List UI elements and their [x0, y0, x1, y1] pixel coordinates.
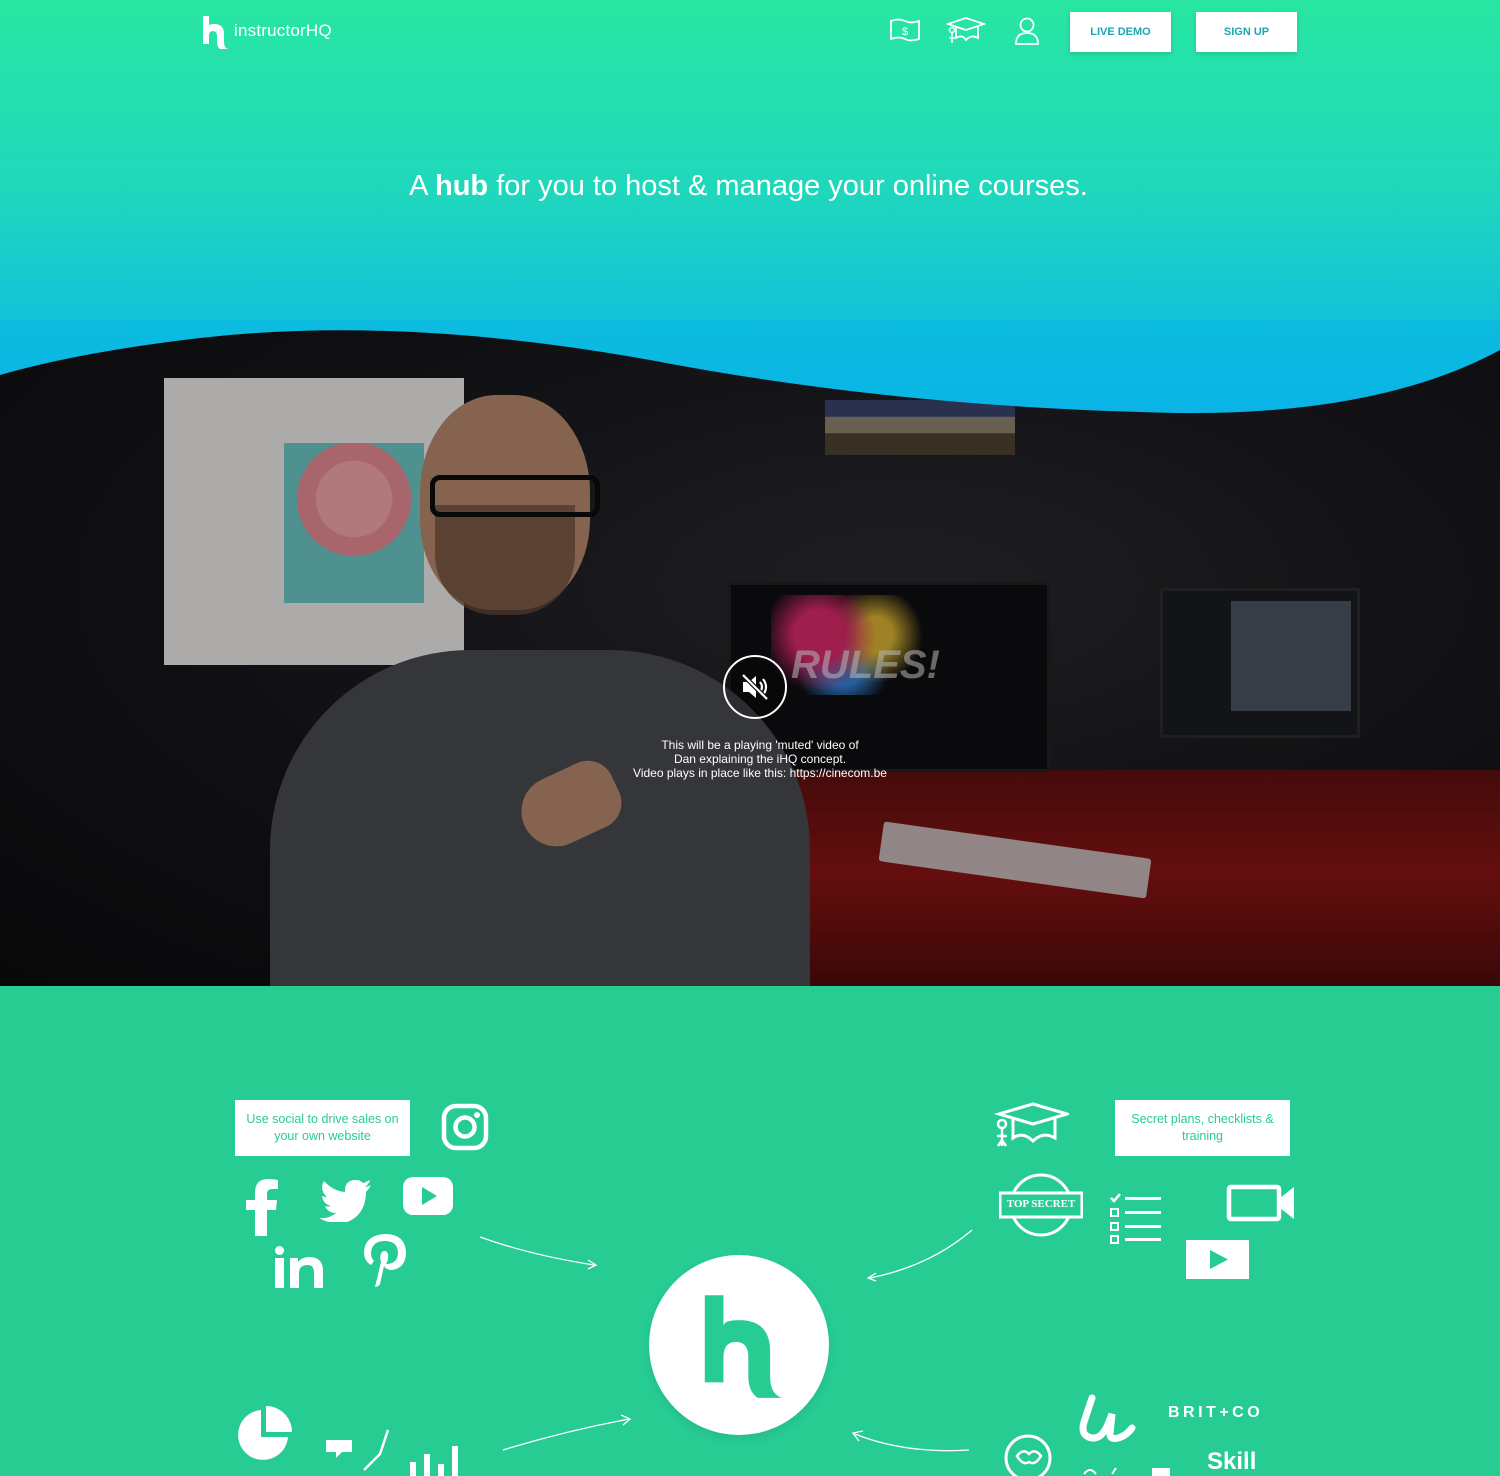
- caption-line-2: Dan explaining the iHQ concept.: [673, 752, 847, 766]
- video-caption: This will be a playing 'muted' video of …: [560, 738, 960, 780]
- hub-logo: [649, 1255, 829, 1435]
- linkedin-icon: [275, 1246, 323, 1288]
- hero-wave: [0, 320, 1500, 414]
- partner-logo-icon: [1083, 1467, 1170, 1476]
- sign-up-button[interactable]: SIGN UP: [1196, 12, 1297, 52]
- arrow-training-to-hub: [866, 1229, 973, 1282]
- top-secret-text: TOP SECRET: [1006, 1198, 1076, 1210]
- pinterest-icon: [364, 1234, 406, 1287]
- muted-speaker-icon: [741, 673, 769, 701]
- checklist-icon: [1110, 1193, 1161, 1244]
- caption-prefix: Video plays in place like this:: [633, 766, 790, 780]
- handshake-icon: [1004, 1434, 1052, 1476]
- social-label: Use social to drive sales on your own we…: [235, 1100, 410, 1156]
- youtube-icon: [403, 1177, 453, 1215]
- skillshare-logo: Skill: [1207, 1448, 1257, 1475]
- analytics-icon: [326, 1429, 458, 1476]
- mute-toggle-button[interactable]: [723, 655, 787, 719]
- instagram-icon: [441, 1103, 489, 1151]
- instructorhq-logo-icon: [203, 16, 228, 49]
- twitter-icon: [319, 1180, 371, 1222]
- udemy-logo-icon: [1079, 1394, 1136, 1442]
- intro-video[interactable]: RULES! This will be a playing 'muted' vi…: [0, 320, 1500, 986]
- headline-suffix: for you to host & manage your online cou…: [488, 170, 1088, 202]
- training-label: Secret plans, checklists & training: [1115, 1100, 1290, 1156]
- account-icon[interactable]: [1014, 16, 1040, 46]
- arrow-analytics-to-hub: [502, 1414, 632, 1451]
- instructorhq-hub-icon: [704, 1295, 783, 1398]
- brand-logo[interactable]: instructorHQ: [200, 14, 332, 50]
- caption-line-3: Video plays in place like this: https://…: [560, 766, 960, 780]
- video-camera-icon: [1226, 1184, 1294, 1222]
- caption-line-1: This will be a playing 'muted' video of: [661, 738, 859, 752]
- arrow-social-to-hub: [479, 1236, 598, 1270]
- graduation-cap-icon: [993, 1102, 1069, 1147]
- brit-co-logo: BRIT+CO: [1168, 1404, 1264, 1421]
- top-secret-stamp: TOP SECRET: [999, 1172, 1083, 1238]
- live-demo-button[interactable]: LIVE DEMO: [1070, 12, 1171, 52]
- hero-headline: A hub for you to host & manage your onli…: [0, 170, 1497, 203]
- caption-link[interactable]: https://cinecom.be: [790, 766, 887, 780]
- pie-chart-icon: [238, 1406, 292, 1460]
- pricing-icon[interactable]: $: [889, 16, 921, 44]
- headline-prefix: A: [409, 170, 435, 202]
- svg-text:$: $: [902, 26, 908, 38]
- play-video-icon: [1186, 1240, 1249, 1279]
- facebook-icon: [246, 1179, 278, 1236]
- headline-bold: hub: [434, 170, 489, 202]
- courses-icon[interactable]: [946, 16, 986, 46]
- arrow-partners-to-hub: [851, 1430, 970, 1452]
- logo-text: instructorHQ: [234, 21, 332, 40]
